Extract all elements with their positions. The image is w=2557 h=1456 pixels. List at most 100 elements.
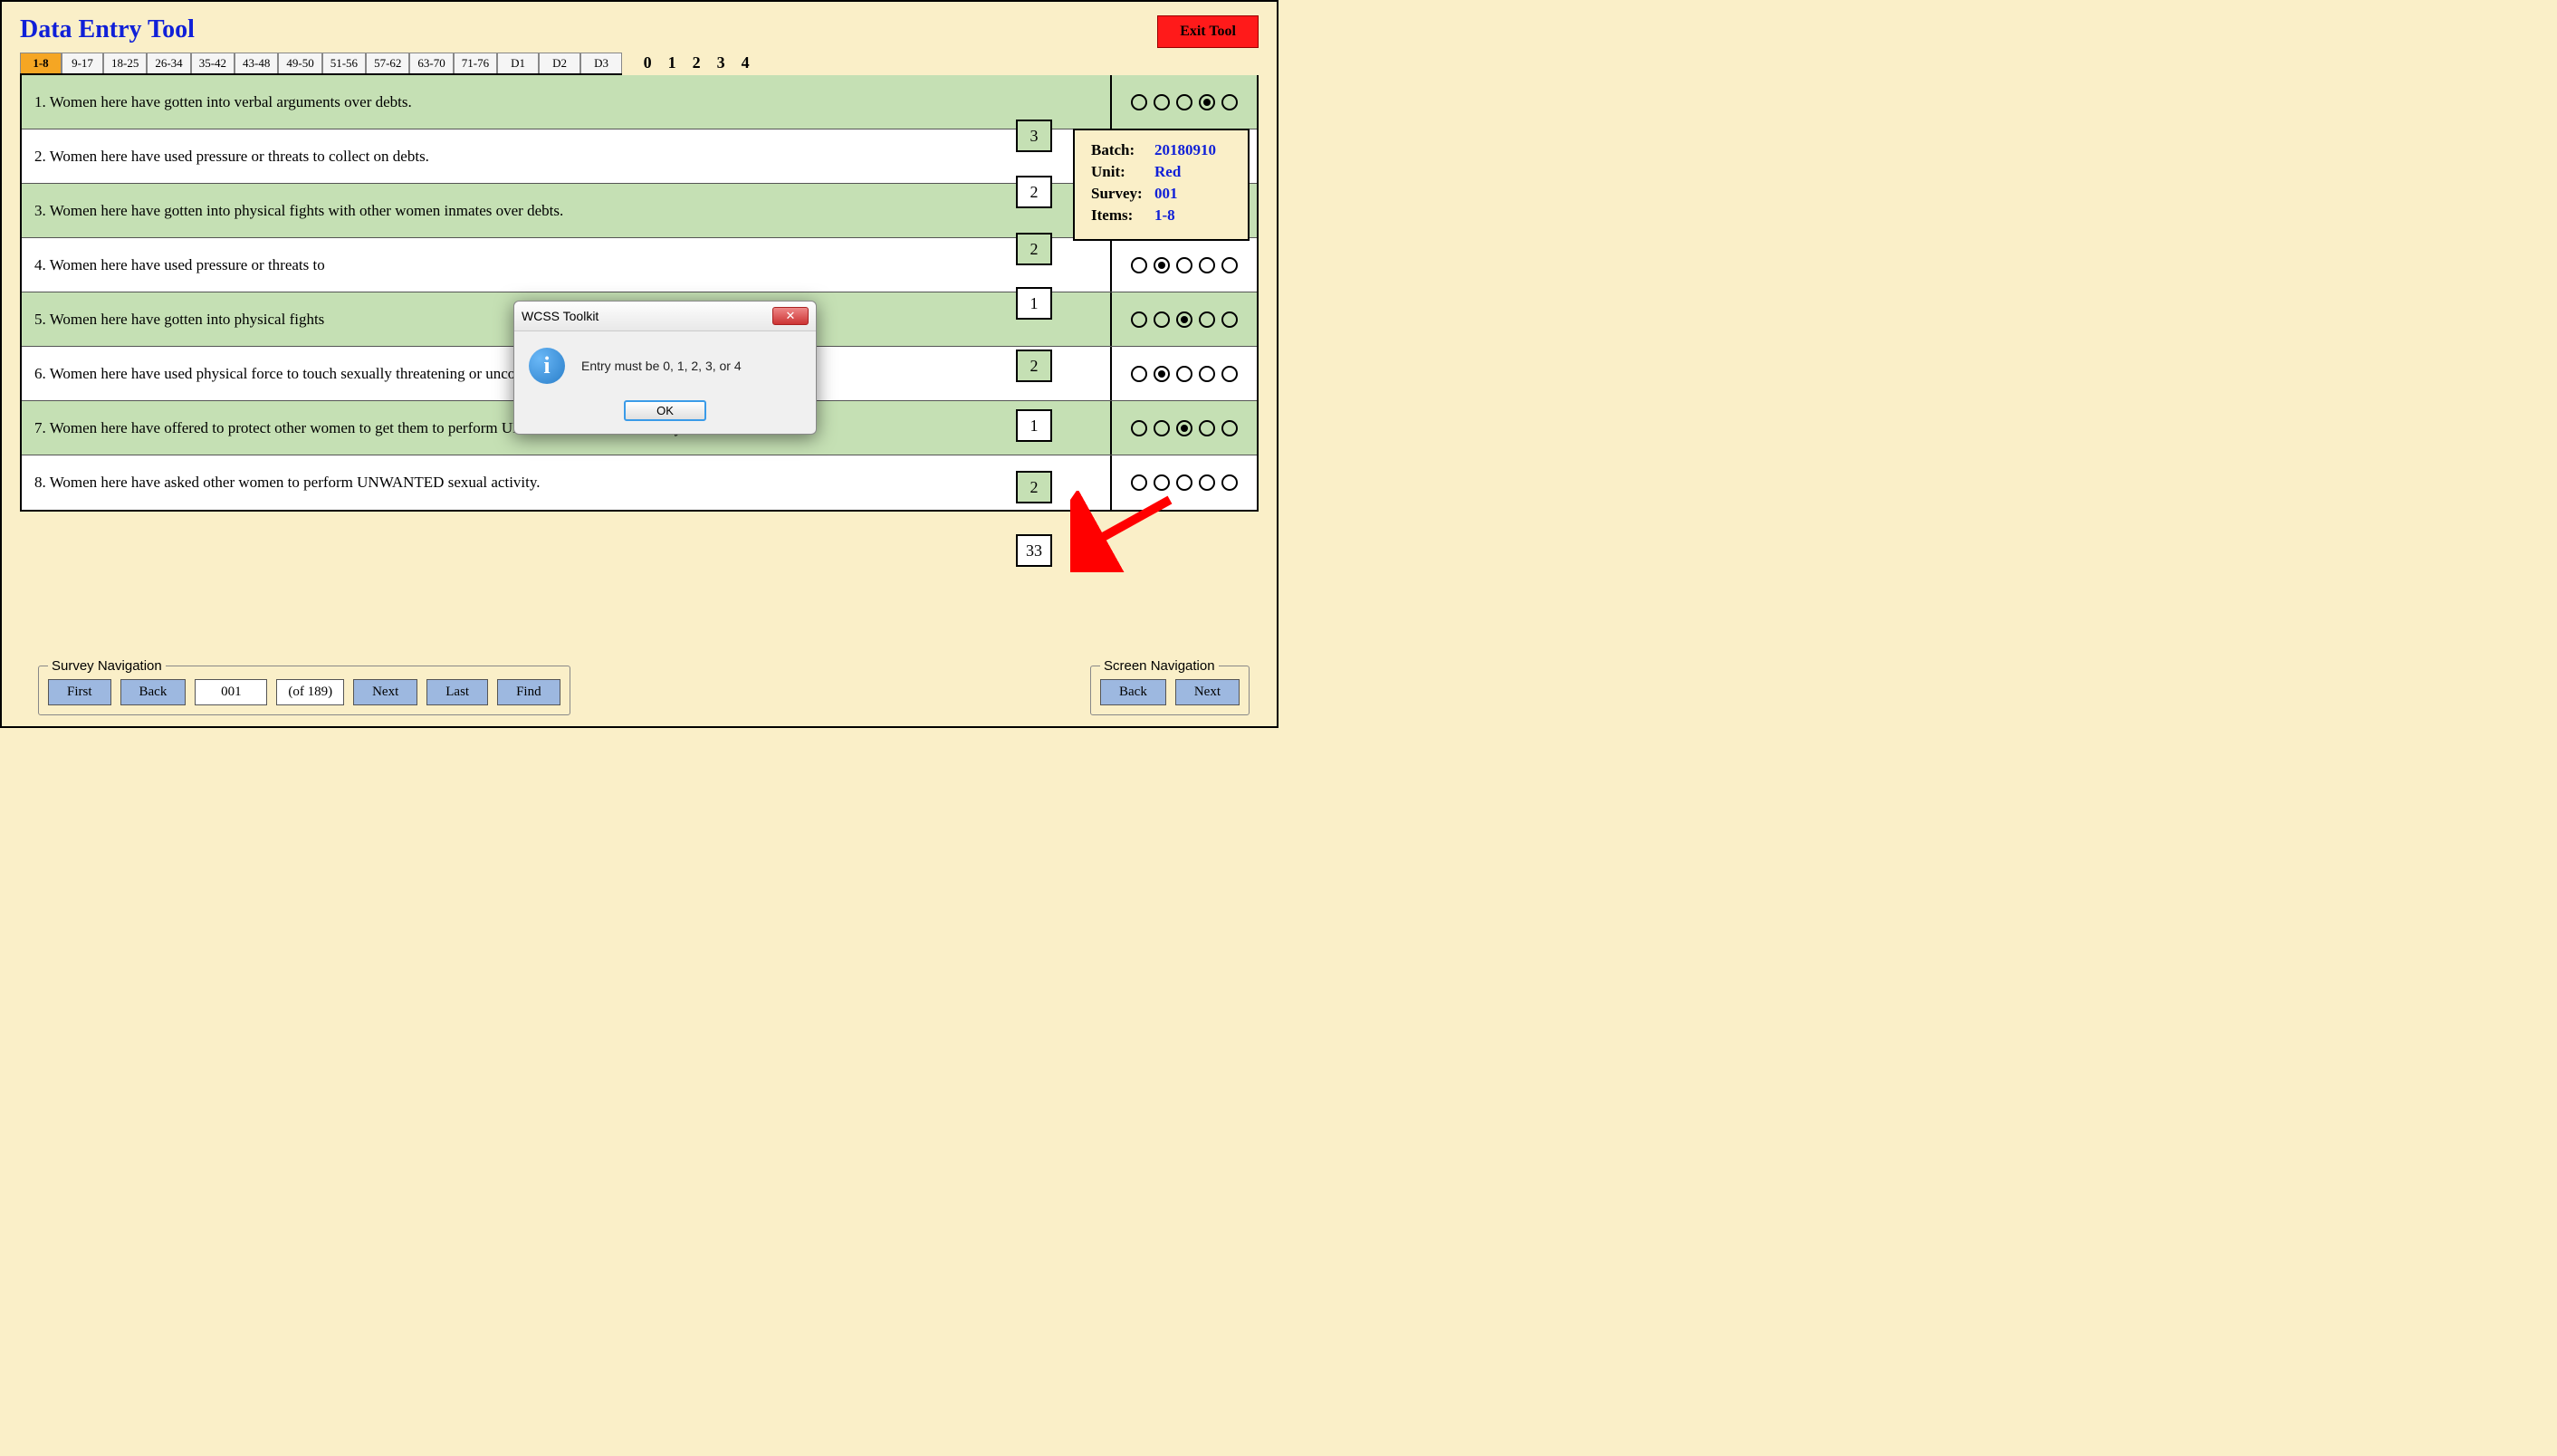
batch-value: 20180910 (1154, 141, 1216, 159)
value-input-8[interactable] (1016, 534, 1052, 567)
item-row-4: 4. Women here have used pressure or thre… (22, 238, 1257, 292)
value-input-2[interactable] (1016, 176, 1052, 208)
radio-6-4[interactable] (1221, 366, 1238, 382)
scale-3: 3 (712, 53, 730, 72)
survey-number-input[interactable] (195, 679, 267, 705)
value-input-7[interactable] (1016, 471, 1052, 503)
survey-nav-title: Survey Navigation (48, 658, 166, 674)
tab-57-62[interactable]: 57-62 (366, 53, 409, 73)
tab-d1[interactable]: D1 (497, 53, 539, 73)
radio-5-2[interactable] (1176, 311, 1192, 328)
radio-7-3[interactable] (1199, 420, 1215, 436)
item-text-3: 3. Women here have gotten into physical … (22, 184, 1112, 237)
info-icon: i (529, 348, 565, 384)
radio-6-2[interactable] (1176, 366, 1192, 382)
tab-9-17[interactable]: 9-17 (62, 53, 103, 73)
tab-43-48[interactable]: 43-48 (235, 53, 278, 73)
survey-count: (of 189) (276, 679, 344, 705)
tab-bar: 1-89-1718-2526-3435-4243-4849-5051-5657-… (20, 53, 622, 75)
radio-1-4[interactable] (1221, 94, 1238, 110)
item-text-8: 8. Women here have asked other women to … (22, 455, 1112, 510)
radio-5-0[interactable] (1131, 311, 1147, 328)
first-button[interactable]: First (48, 679, 111, 705)
item-text-2: 2. Women here have used pressure or thre… (22, 129, 1112, 183)
radio-7-2[interactable] (1176, 420, 1192, 436)
item-row-8: 8. Women here have asked other women to … (22, 455, 1257, 510)
tab-35-42[interactable]: 35-42 (191, 53, 235, 73)
exit-button[interactable]: Exit Tool (1157, 15, 1259, 48)
value-input-5[interactable] (1016, 350, 1052, 382)
radio-4-1[interactable] (1154, 257, 1170, 273)
tab-d2[interactable]: D2 (539, 53, 580, 73)
validation-dialog: WCSS Toolkit ✕ i Entry must be 0, 1, 2, … (513, 301, 817, 435)
radio-6-0[interactable] (1131, 366, 1147, 382)
value-input-1[interactable] (1016, 120, 1052, 152)
item-radios-5 (1112, 292, 1257, 346)
batch-label: Batch: (1091, 141, 1154, 159)
radio-7-4[interactable] (1221, 420, 1238, 436)
radio-5-4[interactable] (1221, 311, 1238, 328)
radio-8-0[interactable] (1131, 474, 1147, 491)
radio-5-3[interactable] (1199, 311, 1215, 328)
item-text-1: 1. Women here have gotten into verbal ar… (22, 75, 1112, 129)
screen-nav-title: Screen Navigation (1100, 658, 1219, 674)
radio-8-3[interactable] (1199, 474, 1215, 491)
dialog-close-button[interactable]: ✕ (772, 307, 809, 325)
survey-value: 001 (1154, 185, 1178, 203)
radio-7-0[interactable] (1131, 420, 1147, 436)
radio-1-2[interactable] (1176, 94, 1192, 110)
tab-51-56[interactable]: 51-56 (322, 53, 366, 73)
scale-header: 01234 (638, 53, 754, 75)
radio-8-4[interactable] (1221, 474, 1238, 491)
radio-4-0[interactable] (1131, 257, 1147, 273)
tab-18-25[interactable]: 18-25 (103, 53, 147, 73)
find-button[interactable]: Find (497, 679, 560, 705)
item-row-1: 1. Women here have gotten into verbal ar… (22, 75, 1257, 129)
scale-4: 4 (736, 53, 754, 72)
item-radios-7 (1112, 401, 1257, 455)
tab-d3[interactable]: D3 (580, 53, 622, 73)
close-icon: ✕ (786, 309, 796, 323)
radio-1-0[interactable] (1131, 94, 1147, 110)
dialog-title: WCSS Toolkit (522, 309, 599, 323)
item-text-4: 4. Women here have used pressure or thre… (22, 238, 1112, 292)
next-button[interactable]: Next (353, 679, 417, 705)
unit-label: Unit: (1091, 163, 1154, 181)
info-panel: Batch:20180910 Unit:Red Survey:001 Items… (1073, 129, 1250, 241)
screen-navigation: Screen Navigation Back Next (1090, 658, 1250, 715)
radio-6-1[interactable] (1154, 366, 1170, 382)
value-input-4[interactable] (1016, 287, 1052, 320)
tab-49-50[interactable]: 49-50 (278, 53, 321, 73)
radio-6-3[interactable] (1199, 366, 1215, 382)
scale-1: 1 (663, 53, 681, 72)
radio-5-1[interactable] (1154, 311, 1170, 328)
scale-0: 0 (638, 53, 656, 72)
radio-8-1[interactable] (1154, 474, 1170, 491)
screen-back-button[interactable]: Back (1100, 679, 1166, 705)
tab-1-8[interactable]: 1-8 (20, 53, 62, 73)
app-title: Data Entry Tool (20, 15, 195, 44)
radio-1-3[interactable] (1199, 94, 1215, 110)
items-value: 1-8 (1154, 206, 1175, 225)
radio-4-4[interactable] (1221, 257, 1238, 273)
radio-4-2[interactable] (1176, 257, 1192, 273)
item-row-2: 2. Women here have used pressure or thre… (22, 129, 1257, 184)
radio-7-1[interactable] (1154, 420, 1170, 436)
back-button[interactable]: Back (120, 679, 187, 705)
radio-8-2[interactable] (1176, 474, 1192, 491)
items-label: Items: (1091, 206, 1154, 225)
radio-1-1[interactable] (1154, 94, 1170, 110)
value-input-6[interactable] (1016, 409, 1052, 442)
scale-2: 2 (687, 53, 705, 72)
tab-63-70[interactable]: 63-70 (409, 53, 453, 73)
item-radios-8 (1112, 455, 1257, 510)
item-radios-1 (1112, 75, 1257, 129)
tab-26-34[interactable]: 26-34 (147, 53, 190, 73)
value-input-3[interactable] (1016, 233, 1052, 265)
dialog-ok-button[interactable]: OK (624, 400, 706, 421)
last-button[interactable]: Last (426, 679, 488, 705)
screen-next-button[interactable]: Next (1175, 679, 1240, 705)
item-row-3: 3. Women here have gotten into physical … (22, 184, 1257, 238)
tab-71-76[interactable]: 71-76 (454, 53, 497, 73)
radio-4-3[interactable] (1199, 257, 1215, 273)
